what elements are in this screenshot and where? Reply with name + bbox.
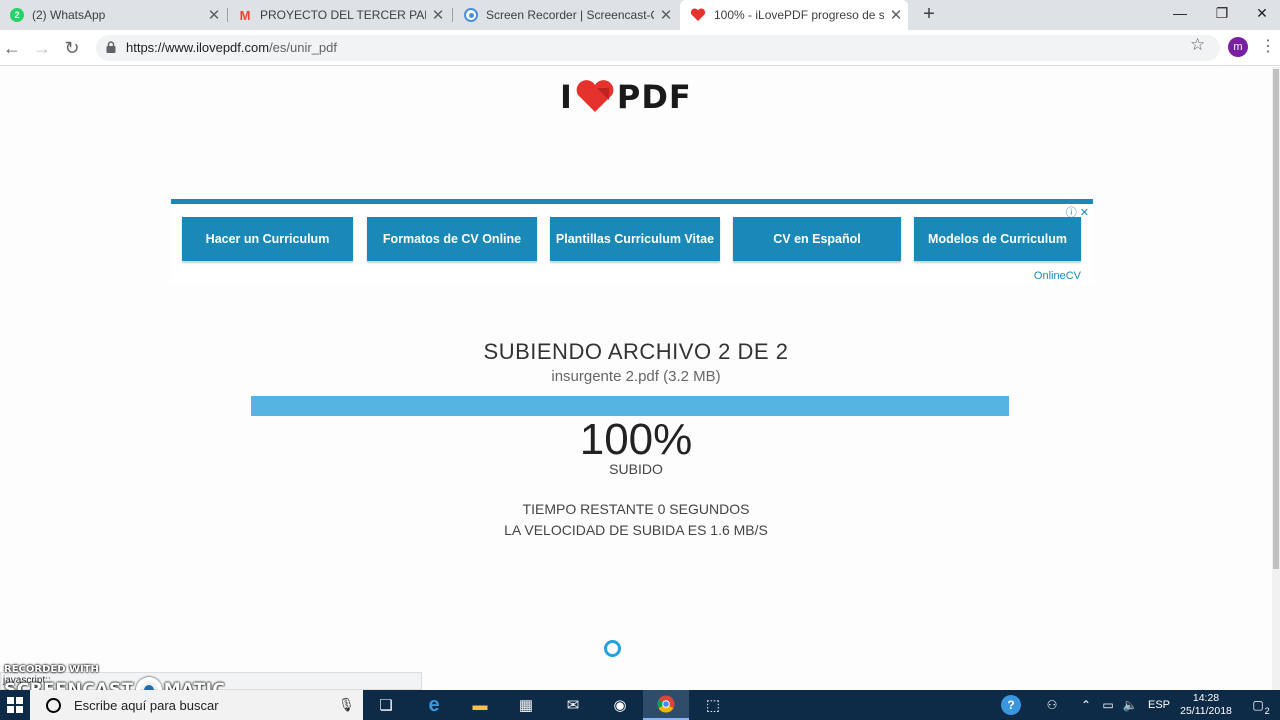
logo-text-right: PDF	[616, 78, 692, 116]
ilovepdf-logo[interactable]: I PDF	[560, 78, 692, 116]
progress-fill	[251, 396, 1009, 416]
tab-title: (2) WhatsApp	[32, 8, 106, 22]
time-remaining: TIEMPO RESTANTE 0 SEGUNDOS	[522, 501, 750, 517]
more-menu-icon[interactable]: ⋮	[1260, 36, 1276, 56]
tab-gmail[interactable]: M PROYECTO DEL TERCER PARCIAL ✕	[228, 0, 450, 30]
chrome-icon[interactable]	[643, 690, 689, 720]
help-icon[interactable]: ?	[998, 690, 1024, 720]
ad-button-2[interactable]: Formatos de CV Online	[367, 217, 537, 261]
notification-count: 2	[1264, 706, 1270, 716]
file-explorer-icon[interactable]: ▬	[457, 690, 503, 720]
ad-info-close-icon[interactable]: ⓘ ✕	[1066, 204, 1089, 220]
notifications-icon[interactable]: ▢ 2	[1244, 690, 1272, 720]
upload-speed: LA VELOCIDAD DE SUBIDA ES 1.6 MB/S	[504, 522, 768, 538]
mail-icon[interactable]: ✉	[550, 690, 596, 720]
language-indicator[interactable]: ESP	[1146, 690, 1172, 720]
logo-heart-icon	[576, 80, 614, 112]
page-content: I PDF Hacer un Curriculum Formatos de CV…	[0, 67, 1272, 690]
loading-spinner-icon	[604, 640, 621, 657]
ad-button-1[interactable]: Hacer un Curriculum	[182, 217, 353, 261]
whatsapp-icon: 2	[10, 8, 24, 22]
ad-button-3[interactable]: Plantillas Curriculum Vitae	[550, 217, 720, 261]
upload-status: SUBIDO	[609, 461, 663, 477]
page-scrollbar[interactable]	[1272, 67, 1280, 690]
upload-title: SUBIENDO ARCHIVO 2 DE 2	[483, 339, 789, 364]
reload-icon[interactable]: ↻	[60, 36, 84, 60]
upload-file-name: insurgente 2.pdf (3.2 MB)	[551, 368, 721, 385]
close-icon[interactable]: ✕	[654, 6, 678, 24]
close-icon[interactable]: ✕	[202, 6, 226, 24]
back-icon[interactable]: ←	[0, 36, 24, 60]
heart-icon	[690, 8, 706, 21]
volume-icon[interactable]: 🔈	[1120, 690, 1140, 720]
clock-time: 14:28	[1192, 692, 1220, 704]
scrollbar-thumb[interactable]	[1273, 69, 1279, 569]
tab-whatsapp[interactable]: 2 (2) WhatsApp ✕	[0, 0, 226, 30]
tab-title: Screen Recorder | Screencast-O-	[486, 8, 654, 22]
tab-title: PROYECTO DEL TERCER PARCIAL	[260, 8, 426, 22]
tray-chevron-icon[interactable]: ⌃	[1076, 690, 1096, 720]
url-text: https://www.ilovepdf.com/es/unir_pdf	[126, 40, 337, 55]
media-icon[interactable]: ◉	[597, 690, 643, 720]
minimize-icon[interactable]: —	[1158, 0, 1202, 30]
clock-date: 25/11/2018	[1180, 705, 1232, 717]
gmail-icon: M	[239, 7, 251, 23]
edge-icon[interactable]: e	[411, 690, 457, 720]
ad-brand[interactable]: OnlineCV	[1034, 270, 1081, 282]
new-tab-button[interactable]: +	[918, 3, 940, 27]
upload-progress-bar	[251, 396, 1009, 416]
search-input[interactable]: Escribe aquí para buscar	[74, 698, 219, 713]
browser-toolbar: ← → ↻ https://www.ilovepdf.com/es/unir_p…	[0, 30, 1280, 66]
bookmark-star-icon[interactable]: ☆	[1190, 35, 1205, 55]
close-icon[interactable]: ✕	[884, 6, 908, 24]
people-icon[interactable]: ⚇	[1040, 690, 1064, 720]
close-icon[interactable]: ✕	[426, 6, 450, 24]
forward-icon[interactable]: →	[30, 36, 54, 60]
tab-ilovepdf[interactable]: 100% - iLovePDF progreso de su ✕	[680, 0, 908, 30]
tab-title: 100% - iLovePDF progreso de su	[714, 8, 884, 22]
battery-icon[interactable]: ▭	[1098, 690, 1118, 720]
taskbar-search[interactable]: Escribe aquí para buscar 🎙	[30, 690, 363, 720]
windows-start-icon[interactable]	[0, 690, 30, 720]
lock-icon	[106, 41, 116, 53]
ad-banner: Hacer un Curriculum Formatos de CV Onlin…	[171, 199, 1093, 283]
snip-icon[interactable]: ⬚	[690, 690, 736, 720]
cortana-icon	[46, 698, 61, 713]
address-bar[interactable]: https://www.ilovepdf.com/es/unir_pdf	[96, 35, 1220, 61]
ad-button-4[interactable]: CV en Español	[733, 217, 901, 261]
window-close-icon[interactable]: ✕	[1240, 0, 1280, 30]
tab-strip: 2 (2) WhatsApp ✕ M PROYECTO DEL TERCER P…	[0, 0, 1280, 30]
store-icon[interactable]: ▦	[503, 690, 549, 720]
tab-screencast[interactable]: Screen Recorder | Screencast-O- ✕	[454, 0, 678, 30]
taskbar-clock[interactable]: 14:28 25/11/2018	[1176, 692, 1236, 718]
screencast-icon	[464, 8, 478, 22]
upload-percent: 100%	[579, 415, 693, 464]
watermark-line1: RECORDED WITH	[4, 664, 99, 675]
ad-button-5[interactable]: Modelos de Curriculum	[914, 217, 1081, 261]
microphone-icon[interactable]: 🎙	[338, 697, 355, 713]
task-view-icon[interactable]: ❏	[363, 690, 409, 720]
logo-text-left: I	[560, 78, 573, 116]
profile-avatar[interactable]: m	[1228, 37, 1248, 57]
restore-icon[interactable]: ❐	[1200, 0, 1244, 30]
windows-taskbar: Escribe aquí para buscar 🎙 ❏ e ▬ ▦ ✉ ◉ ⬚…	[0, 690, 1280, 720]
